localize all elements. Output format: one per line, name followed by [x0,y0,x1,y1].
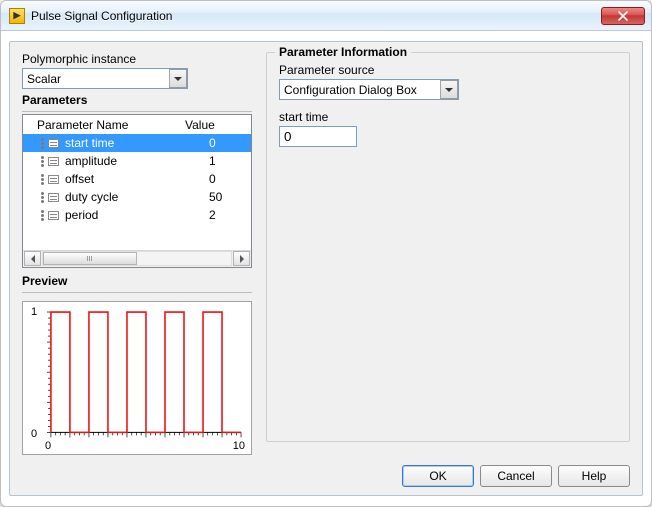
scroll-left-button[interactable] [24,251,41,266]
param-info-group: Parameter Information Parameter source C… [266,52,630,442]
row-name: duty cycle [65,190,203,204]
struct-icon [48,139,59,148]
help-button[interactable]: Help [558,465,630,487]
x-axis-left: 0 [45,440,51,452]
struct-icon [48,193,59,202]
dialog-window: ▶ Pulse Signal Configuration Polymorphic… [0,0,652,507]
app-icon: ▶ [9,8,25,24]
struct-icon [48,157,59,166]
row-value: 0 [203,172,251,186]
titlebar: ▶ Pulse Signal Configuration [1,1,651,31]
row-value: 2 [203,208,251,222]
cancel-button[interactable]: Cancel [480,465,552,487]
row-value: 0 [203,136,251,150]
poly-value: Scalar [27,72,61,86]
scroll-track[interactable] [42,251,232,266]
table-row[interactable]: offset0 [23,170,251,188]
close-icon [618,11,628,21]
expand-dots-icon [41,160,44,163]
row-name: offset [65,172,203,186]
table-row[interactable]: duty cycle50 [23,188,251,206]
source-value: Configuration Dialog Box [284,83,417,97]
header-value: Value [179,118,251,132]
cancel-label: Cancel [497,469,534,483]
poly-select-button[interactable] [169,69,187,88]
chevron-down-icon [445,88,453,92]
source-select-button[interactable] [440,80,458,99]
table-row[interactable]: amplitude1 [23,152,251,170]
table-row[interactable]: start time0 [23,134,251,152]
client-area: Polymorphic instance Scalar Parameters P… [9,41,643,496]
close-button[interactable] [601,7,645,25]
preview-label: Preview [22,274,252,288]
source-select[interactable]: Configuration Dialog Box [279,79,459,100]
struct-icon [48,175,59,184]
y-axis-bot: 0 [31,428,37,440]
params-table: Parameter Name Value start time0amplitud… [22,114,252,268]
expand-dots-icon [41,178,44,181]
chevron-down-icon [174,77,182,81]
poly-label: Polymorphic instance [22,52,252,66]
ok-button[interactable]: OK [402,465,474,487]
field-label: start time [279,110,617,124]
params-divider [22,111,252,112]
start-time-input[interactable] [279,126,357,147]
struct-icon [48,211,59,220]
row-value: 50 [203,190,251,204]
chevron-left-icon [31,255,35,263]
poly-select[interactable]: Scalar [22,68,188,89]
row-name: start time [65,136,203,150]
preview-chart: 1 0 0 10 [22,301,252,455]
expand-dots-icon [41,214,44,217]
table-row[interactable]: period2 [23,206,251,224]
preview-divider [22,292,252,293]
expand-dots-icon [41,196,44,199]
y-axis-top: 1 [31,306,37,318]
help-label: Help [582,469,607,483]
h-scrollbar[interactable] [23,250,251,267]
header-name: Parameter Name [23,118,179,132]
x-axis-right: 10 [233,440,245,452]
params-label: Parameters [22,93,252,107]
chevron-right-icon [240,255,244,263]
source-label: Parameter source [279,63,617,77]
preview-svg [47,308,243,438]
scroll-right-button[interactable] [233,251,250,266]
row-name: period [65,208,203,222]
params-header: Parameter Name Value [23,115,251,134]
expand-dots-icon [41,142,44,145]
row-name: amplitude [65,154,203,168]
window-title: Pulse Signal Configuration [31,9,601,23]
group-title: Parameter Information [275,45,411,59]
params-body: start time0amplitude1offset0duty cycle50… [23,134,251,250]
ok-label: OK [429,469,446,483]
scroll-thumb[interactable] [43,252,137,265]
button-row: OK Cancel Help [402,465,630,487]
row-value: 1 [203,154,251,168]
